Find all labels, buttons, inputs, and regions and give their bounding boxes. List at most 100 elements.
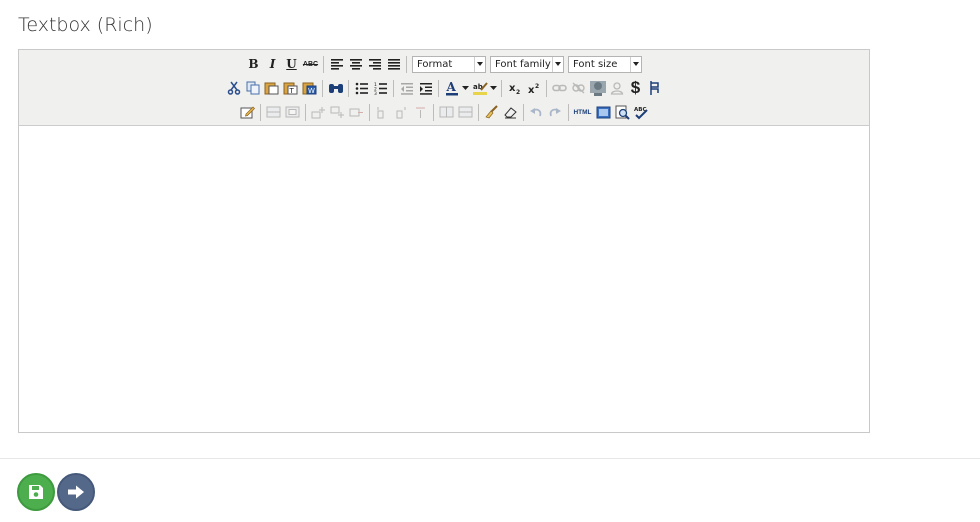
numbered-list-button[interactable]: 123 (371, 78, 390, 98)
editor-content-area[interactable] (19, 126, 869, 432)
footer-divider (0, 458, 980, 459)
svg-text:2: 2 (516, 89, 520, 95)
redo-button[interactable] (546, 102, 565, 122)
link-icon (552, 84, 567, 92)
user-button[interactable] (607, 78, 626, 98)
find-icon (328, 84, 343, 93)
merge-cells-button[interactable] (456, 102, 475, 122)
eraser-button[interactable] (501, 102, 520, 122)
table-icon (285, 106, 299, 118)
edit-button[interactable] (238, 102, 257, 122)
html-source-button[interactable]: HTML (572, 102, 594, 122)
table-row-button[interactable] (264, 102, 283, 122)
superscript-icon: x2 (528, 83, 539, 95)
align-right-button[interactable] (365, 54, 384, 74)
underline-button[interactable]: U (282, 54, 301, 74)
copy-button[interactable] (243, 78, 262, 98)
indent-button[interactable] (416, 78, 435, 98)
bold-button[interactable]: B (244, 54, 263, 74)
align-left-icon (330, 59, 343, 70)
fullscreen-icon (596, 106, 610, 118)
rich-text-editor: B I U ABC Format Font family Font size T… (18, 49, 870, 433)
strikethrough-icon: ABC (302, 60, 319, 68)
strikethrough-button[interactable]: ABC (301, 54, 320, 74)
fullscreen-button[interactable] (594, 102, 613, 122)
eraser-icon (503, 107, 517, 119)
table-icon (377, 106, 383, 118)
table-icon (349, 108, 363, 116)
svg-text:3: 3 (374, 91, 377, 95)
format-select[interactable]: Format (412, 55, 486, 73)
insert-col-after-button[interactable] (392, 102, 411, 122)
cut-button[interactable] (224, 78, 243, 98)
outdent-button[interactable] (397, 78, 416, 98)
toolbar-separator (393, 79, 394, 97)
underline-icon: U (286, 57, 297, 71)
highlight-dropdown[interactable] (489, 78, 498, 98)
table-icon (330, 106, 344, 118)
unlink-button[interactable] (569, 78, 588, 98)
subscript-icon: x2 (509, 83, 520, 95)
insert-row-after-button[interactable] (328, 102, 347, 122)
undo-button[interactable] (527, 102, 546, 122)
svg-text:x: x (509, 83, 516, 94)
align-left-button[interactable] (327, 54, 346, 74)
toolbar-separator (322, 79, 323, 97)
cleanup-button[interactable] (482, 102, 501, 122)
next-button[interactable] (57, 473, 95, 511)
highlight-button[interactable]: ab (470, 78, 489, 98)
toolbar-separator (323, 55, 324, 73)
insert-col-before-button[interactable] (373, 102, 392, 122)
anchor-icon (649, 81, 659, 95)
toolbar-separator (348, 79, 349, 97)
italic-icon: I (269, 57, 276, 71)
preview-button[interactable] (613, 102, 632, 122)
paste-text-icon: T (283, 82, 298, 95)
font-size-select[interactable]: Font size (568, 55, 642, 73)
toolbar-separator (406, 55, 407, 73)
outdent-icon (400, 82, 413, 95)
find-button[interactable] (326, 78, 345, 98)
split-cells-button[interactable] (437, 102, 456, 122)
table-icon (266, 106, 280, 118)
save-button[interactable] (17, 473, 55, 511)
align-center-button[interactable] (346, 54, 365, 74)
save-icon (29, 485, 43, 499)
bullet-list-button[interactable] (352, 78, 371, 98)
spellcheck-button[interactable]: ABC (632, 102, 651, 122)
insert-row-before-button[interactable] (309, 102, 328, 122)
paste-button[interactable] (262, 78, 281, 98)
table-icon (396, 106, 405, 118)
table-icon (439, 106, 453, 118)
field-label: Textbox (Rich) (18, 14, 153, 36)
svg-text:T: T (289, 87, 295, 95)
delete-row-button[interactable] (347, 102, 366, 122)
highlight-icon: ab (472, 81, 488, 95)
dollar-button[interactable]: $ (626, 78, 645, 98)
align-justify-button[interactable] (384, 54, 403, 74)
anchor-button[interactable] (645, 78, 664, 98)
font-color-dropdown[interactable] (461, 78, 470, 98)
svg-text:2: 2 (535, 83, 539, 90)
image-button[interactable] (588, 78, 607, 98)
superscript-button[interactable]: x2 (524, 78, 543, 98)
delete-col-button[interactable] (411, 102, 430, 122)
undo-icon (530, 107, 542, 116)
paste-icon (264, 82, 279, 95)
chevron-down-icon (462, 85, 469, 90)
italic-button[interactable]: I (263, 54, 282, 74)
paste-word-button[interactable]: W (300, 78, 319, 98)
toolbar-separator (432, 103, 434, 121)
html-icon: HTML (573, 108, 592, 116)
toolbar-separator (567, 103, 569, 121)
unlink-icon (572, 82, 585, 94)
subscript-button[interactable]: x2 (505, 78, 524, 98)
toolbar-separator (477, 103, 479, 121)
font-family-select[interactable]: Font family (490, 55, 564, 73)
toolbar-separator (259, 103, 261, 121)
link-button[interactable] (550, 78, 569, 98)
font-color-button[interactable]: A (442, 78, 461, 98)
table-cell-button[interactable] (283, 102, 302, 122)
paste-text-button[interactable]: T (281, 78, 300, 98)
toolbar-row-3: HTML ABC (19, 101, 869, 123)
